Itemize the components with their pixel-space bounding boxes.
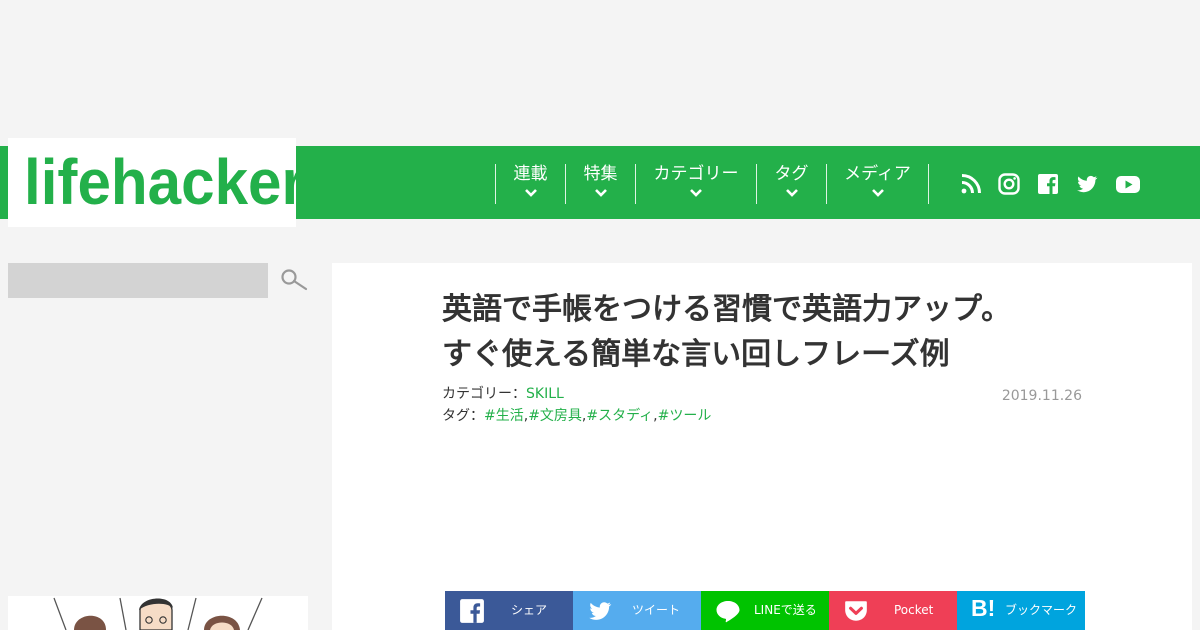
share-label: ブックマーク [1005,603,1078,617]
nav-item-features[interactable]: 特集 [565,164,635,204]
article-tags: タグ：#生活,#文房具,#スタディ,#ツール [442,407,711,425]
facebook-icon[interactable] [1036,172,1060,196]
chevron-down-icon [871,189,884,197]
share-label: LINEで送る [754,603,817,617]
nav-label: 特集 [583,164,618,184]
nav-item-categories[interactable]: カテゴリー [635,164,756,204]
tag-link[interactable]: #スタディ [586,408,653,424]
share-label: シェア [511,603,548,617]
article-title-line: すぐ使える簡単な言い回しフレーズ例 [442,337,950,372]
article-title: 英語で手帳をつける習慣で英語力アップ。 すぐ使える簡単な言い回しフレーズ例 [442,287,1082,377]
nav-label: 連載 [513,164,548,184]
nav-item-media[interactable]: メディア [826,164,929,204]
nav-label: カテゴリー [653,164,739,184]
twitter-icon [589,602,612,620]
tags-label: タグ： [442,408,484,424]
share-facebook-button[interactable]: シェア [445,591,573,630]
share-label: Pocket [894,603,934,617]
nav-item-series[interactable]: 連載 [495,164,565,204]
chevron-down-icon [524,189,537,197]
site-logo-text: lifehacker [24,146,305,218]
hatena-bookmark-icon: B! [971,595,996,621]
twitter-icon[interactable] [1075,172,1099,196]
line-icon [716,601,740,623]
youtube-icon[interactable] [1115,172,1141,196]
tag-link[interactable]: #ツール [658,408,712,424]
chevron-down-icon [785,189,798,197]
instagram-icon[interactable] [997,172,1021,196]
main-nav: 連載 特集 カテゴリー タグ メディア [296,146,1200,219]
article-title-line: 英語で手帳をつける習慣で英語力アップ。 [442,292,1012,327]
share-pocket-button[interactable]: Pocket [829,591,957,630]
category-label: カテゴリー： [442,386,526,402]
search-input[interactable] [8,263,268,298]
category-link[interactable]: SKILL [526,386,564,402]
pocket-icon [845,601,867,621]
tag-link[interactable]: #生活 [484,408,524,424]
share-hatena-button[interactable]: B! ブックマーク [957,591,1085,630]
site-logo[interactable]: lifehacker [8,138,305,227]
logo-accent-bar [0,146,8,219]
people-illustration [53,597,263,630]
search-icon[interactable] [280,268,308,294]
article-card: 英語で手帳をつける習慣で英語力アップ。 すぐ使える簡単な言い回しフレーズ例 カテ… [332,263,1192,630]
share-line-button[interactable]: LINEで送る [701,591,829,630]
nav-item-tags[interactable]: タグ [756,164,826,204]
tag-link[interactable]: #文房具 [528,408,582,424]
share-label: ツイート [632,603,681,617]
nav-label: メディア [844,164,911,184]
share-twitter-button[interactable]: ツイート [573,591,701,630]
facebook-icon [460,599,484,623]
chevron-down-icon [594,189,607,197]
rss-icon[interactable] [959,172,983,196]
nav-label: タグ [774,164,809,184]
sidebar-illustration[interactable] [8,596,308,630]
article-category: カテゴリー：SKILL [442,385,564,403]
article-date: 2019.11.26 [1001,388,1082,404]
chevron-down-icon [690,189,702,197]
